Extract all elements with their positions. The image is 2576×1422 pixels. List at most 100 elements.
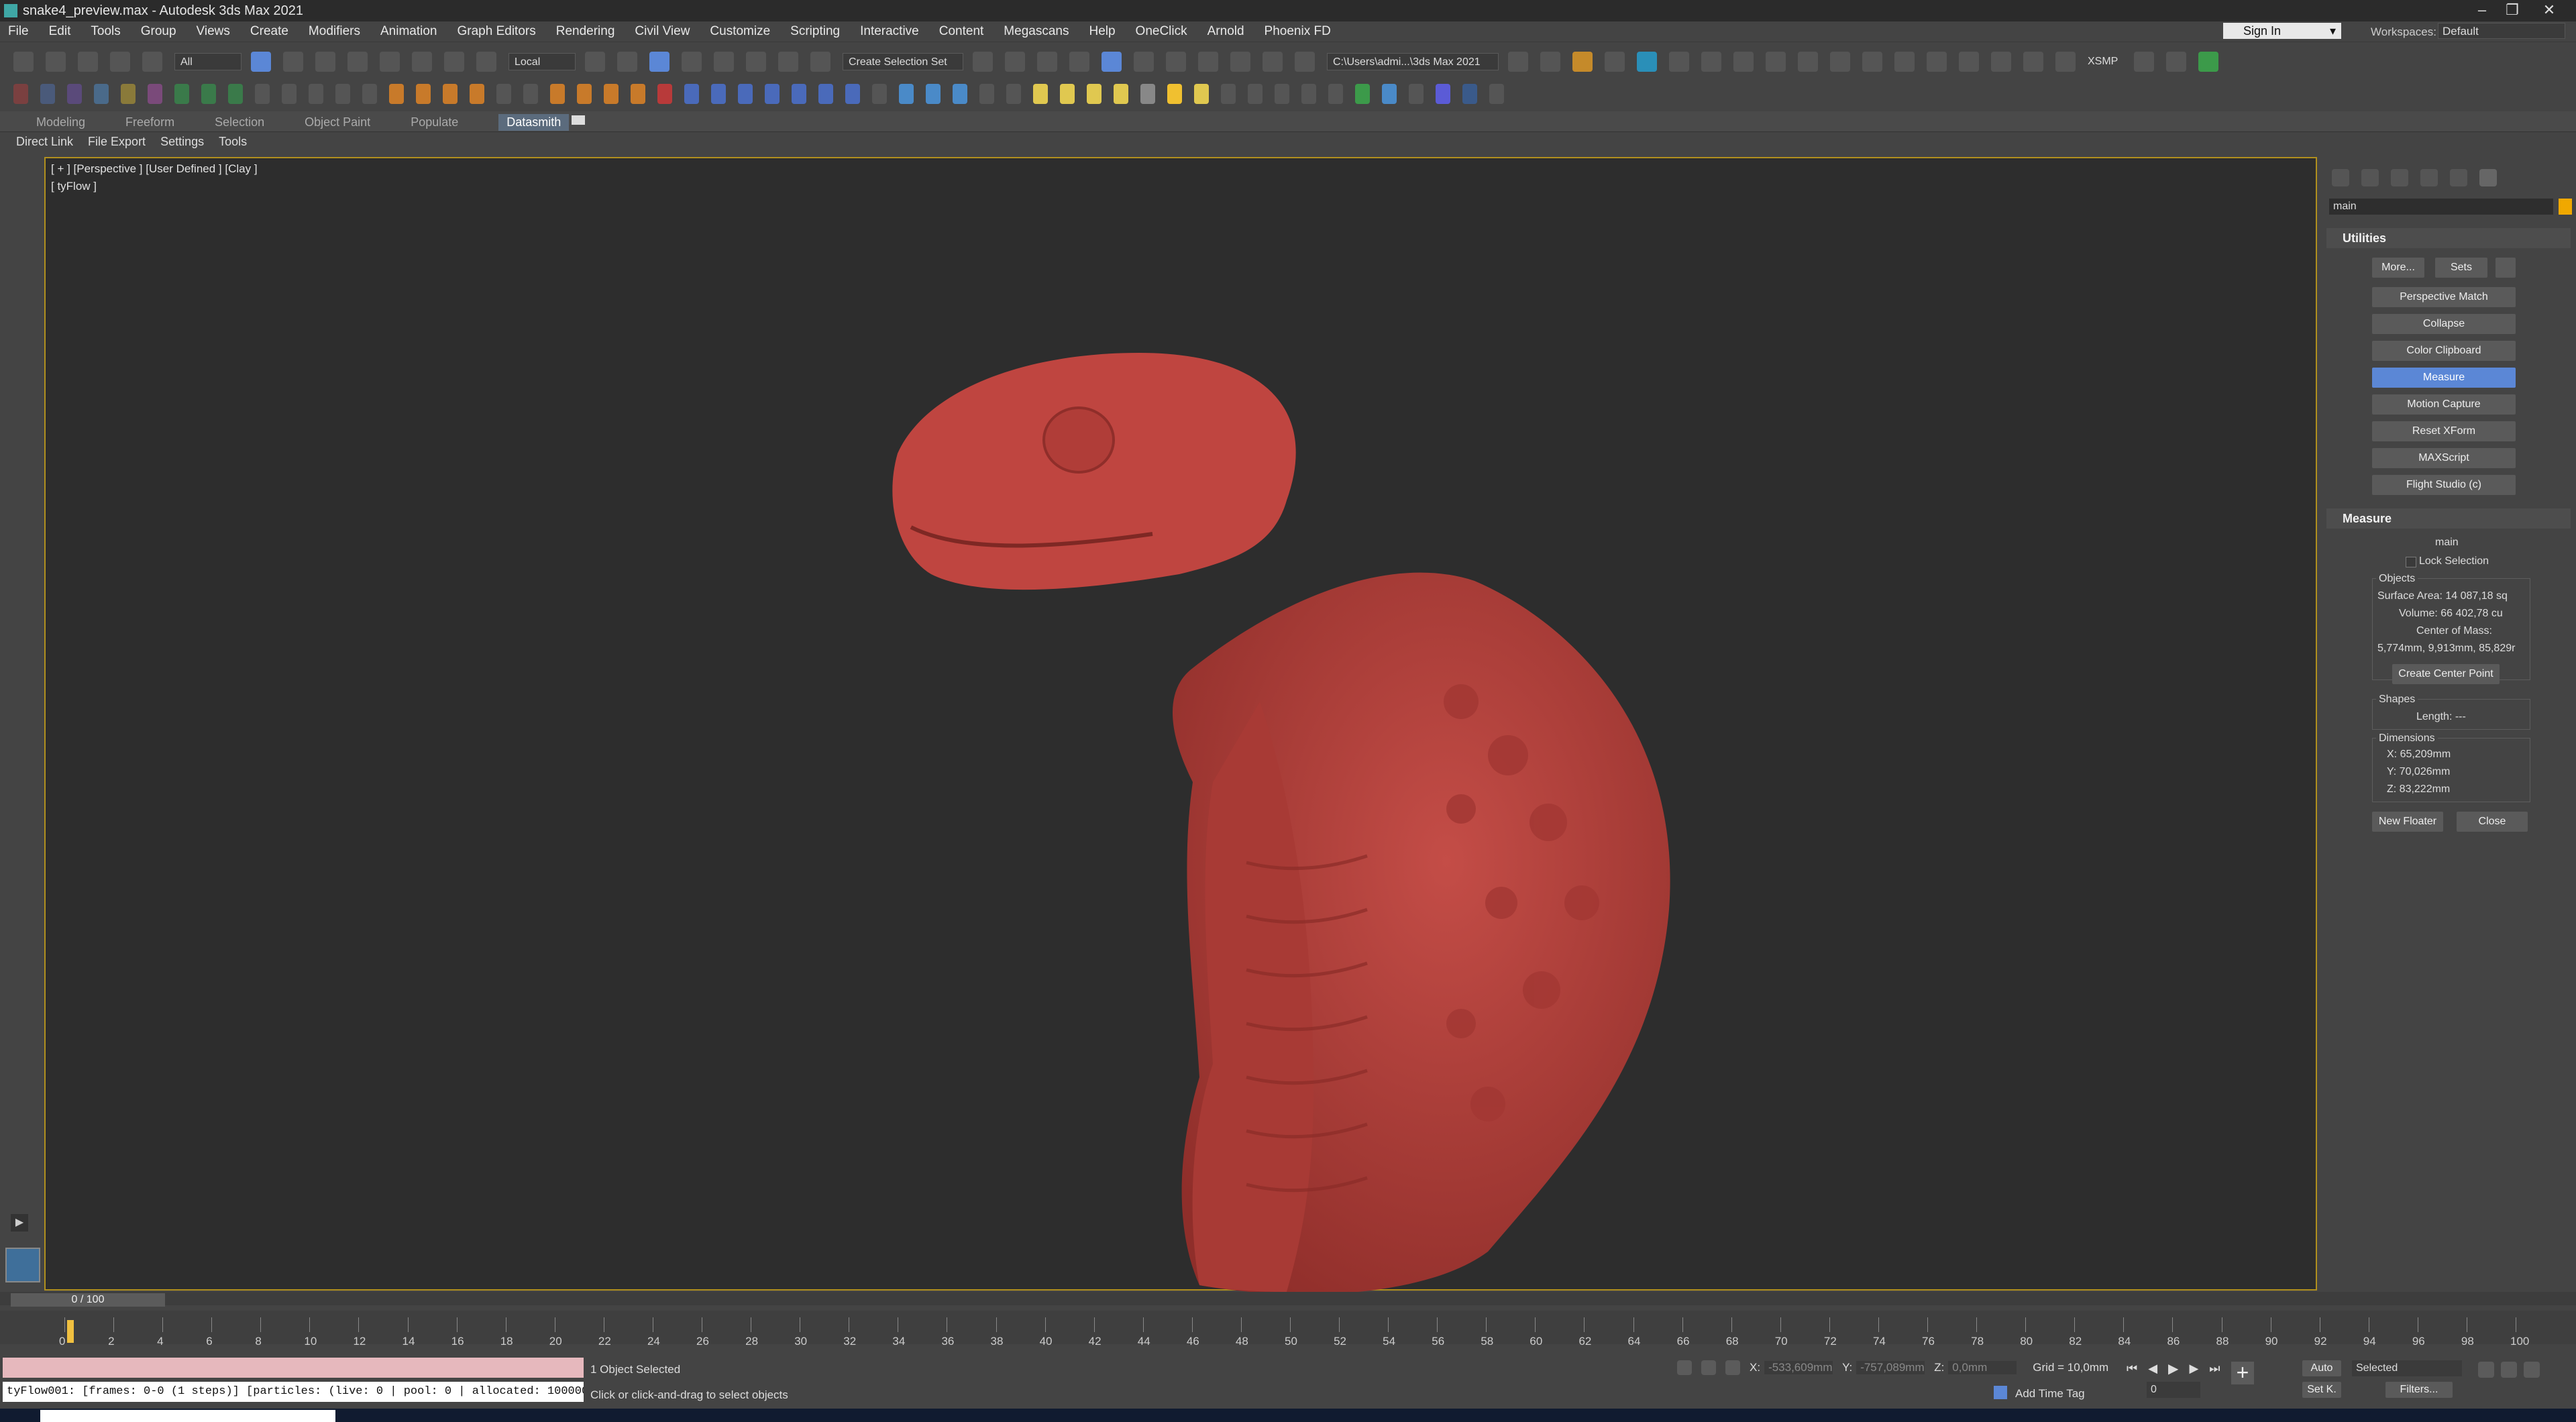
redo-icon[interactable] — [46, 52, 66, 72]
snaps-toggle-icon[interactable] — [682, 52, 702, 72]
phoenix-foam2-icon[interactable] — [738, 84, 753, 104]
menu-civil-view[interactable]: Civil View — [635, 24, 690, 39]
vray-sphere-icon[interactable] — [1301, 84, 1316, 104]
arnold-render-icon[interactable] — [1701, 52, 1721, 72]
maximize-viewport-icon[interactable] — [2524, 1362, 2540, 1378]
vray-light-lister-icon[interactable] — [979, 84, 994, 104]
phoenix-wave-icon[interactable] — [711, 84, 726, 104]
vray-ies-icon[interactable] — [1140, 84, 1155, 104]
layer-explorer-icon[interactable] — [1069, 52, 1089, 72]
edit-named-selection-icon[interactable] — [810, 52, 830, 72]
arnold-move-icon[interactable] — [174, 84, 189, 104]
vray-frame-buffer-icon[interactable] — [926, 84, 941, 104]
arnold-tools-icon[interactable] — [1959, 52, 1979, 72]
key-mode-icon[interactable]: + — [2231, 1362, 2254, 1384]
arnold-view-icon[interactable] — [1894, 52, 1915, 72]
arnold-shader-icon[interactable] — [1830, 52, 1850, 72]
select-manipulate-icon[interactable] — [617, 52, 637, 72]
scale-icon[interactable] — [444, 52, 464, 72]
menu-arnold[interactable]: Arnold — [1208, 24, 1244, 39]
utility-perspective-match-button[interactable]: Perspective Match — [2372, 287, 2516, 307]
schematic-view-icon[interactable] — [1166, 52, 1186, 72]
send-to-icon[interactable] — [2166, 52, 2187, 72]
vray-render-icon[interactable] — [953, 84, 967, 104]
place-icon[interactable] — [476, 52, 496, 72]
more-button[interactable]: More... — [2372, 258, 2424, 278]
window-crossing-icon[interactable] — [347, 52, 368, 72]
phoenix-icon[interactable] — [1572, 52, 1593, 72]
phoenix-source-icon[interactable] — [470, 84, 484, 104]
utilities-rollout[interactable]: Utilities — [2326, 228, 2571, 248]
y-coordinate-field[interactable]: -757,089mm — [1856, 1361, 1925, 1374]
subtab-direct-link[interactable]: Direct Link — [16, 135, 73, 149]
menu-file[interactable]: File — [8, 24, 29, 39]
menu-tools[interactable]: Tools — [91, 24, 120, 39]
menu-content[interactable]: Content — [939, 24, 984, 39]
menu-scripting[interactable]: Scripting — [790, 24, 840, 39]
create-tab-icon[interactable] — [2332, 169, 2349, 186]
tyflow-preset-icon[interactable] — [67, 84, 82, 104]
rectangle-selection-icon[interactable] — [315, 52, 335, 72]
render-frame-icon[interactable] — [1263, 52, 1283, 72]
ribbon-tab-populate[interactable]: Populate — [411, 115, 458, 129]
lock-selection-checkbox[interactable] — [2406, 557, 2416, 567]
project-path-dropdown[interactable]: C:\Users\admi...\3ds Max 2021 — [1327, 53, 1499, 70]
motion-tab-icon[interactable] — [2420, 169, 2438, 186]
sets-button[interactable]: Sets — [2435, 258, 2487, 278]
keyboard-shortcut-icon[interactable] — [649, 52, 669, 72]
ribbon-tab-datasmith[interactable]: Datasmith — [498, 114, 570, 131]
bind-space-warp-icon[interactable] — [142, 52, 162, 72]
viewcube-mini-icon[interactable] — [5, 1248, 40, 1282]
megascans-icon[interactable] — [2198, 52, 2219, 72]
phoenix-record-icon[interactable] — [657, 84, 672, 104]
phoenix-spray-icon[interactable] — [765, 84, 780, 104]
subtab-settings[interactable]: Settings — [160, 135, 204, 149]
filters-button[interactable]: Filters... — [2385, 1382, 2453, 1398]
vray-mesh-light-icon[interactable] — [1114, 84, 1128, 104]
angle-snap-icon[interactable] — [714, 52, 734, 72]
time-slider[interactable]: 0 / 100 — [11, 1293, 165, 1307]
phoenix-coast-icon[interactable] — [845, 84, 860, 104]
menu-megascans[interactable]: Megascans — [1004, 24, 1069, 39]
vray-scatter-icon[interactable] — [1355, 84, 1370, 104]
list-icon[interactable] — [362, 84, 377, 104]
render-icon[interactable] — [1295, 52, 1315, 72]
percent-snap-icon[interactable] — [746, 52, 766, 72]
select-object-icon[interactable] — [251, 52, 271, 72]
rotate-icon[interactable] — [412, 52, 432, 72]
menu-customize[interactable]: Customize — [710, 24, 770, 39]
coord-system-dropdown[interactable]: Local — [508, 53, 576, 70]
arnold-sky-icon[interactable] — [1669, 52, 1689, 72]
align-icon[interactable] — [1005, 52, 1025, 72]
vray-plane-light-icon[interactable] — [1033, 84, 1048, 104]
taskbar-search-box[interactable] — [40, 1410, 335, 1422]
phoenix-grid-icon[interactable] — [496, 84, 511, 104]
perspective-viewport[interactable]: [ + ] [Perspective ] [User Defined ] [Cl… — [44, 157, 2317, 1295]
project-folder-icon[interactable] — [1508, 52, 1528, 72]
pivot-icon[interactable] — [585, 52, 605, 72]
x-coordinate-field[interactable]: -533,609mm — [1764, 1361, 1833, 1374]
display-tab-icon[interactable] — [2450, 169, 2467, 186]
select-by-name-icon[interactable] — [283, 52, 303, 72]
utility-measure-button[interactable]: Measure — [2372, 368, 2516, 388]
viewport-layout-icon[interactable] — [1991, 52, 2011, 72]
add-time-tag-icon[interactable] — [1994, 1386, 2007, 1399]
expand-toolbar-icon[interactable] — [1540, 52, 1560, 72]
hierarchy-tab-icon[interactable] — [2391, 169, 2408, 186]
phoenix-liquid-icon[interactable] — [443, 84, 458, 104]
set-key-button[interactable]: Set K. — [2302, 1382, 2341, 1398]
unlink-icon[interactable] — [110, 52, 130, 72]
phoenix-smoke-icon[interactable] — [416, 84, 431, 104]
maxscript-listener-input[interactable] — [3, 1358, 584, 1378]
arnold-volume-icon[interactable] — [1766, 52, 1786, 72]
viewport-icon[interactable] — [2023, 52, 2043, 72]
tyflow-icon[interactable] — [13, 84, 28, 104]
material-editor-icon[interactable] — [1198, 52, 1218, 72]
expand-arrow-icon[interactable]: ▶ — [11, 1214, 28, 1232]
vray-dome-light-icon[interactable] — [1060, 84, 1075, 104]
arnold-settings-icon[interactable] — [1798, 52, 1818, 72]
utility-maxscript-button[interactable]: MAXScript — [2372, 448, 2516, 468]
ribbon-tab-selection[interactable]: Selection — [215, 115, 264, 129]
tyflow-object-icon[interactable] — [40, 84, 55, 104]
vray-palette-icon[interactable] — [1409, 84, 1424, 104]
